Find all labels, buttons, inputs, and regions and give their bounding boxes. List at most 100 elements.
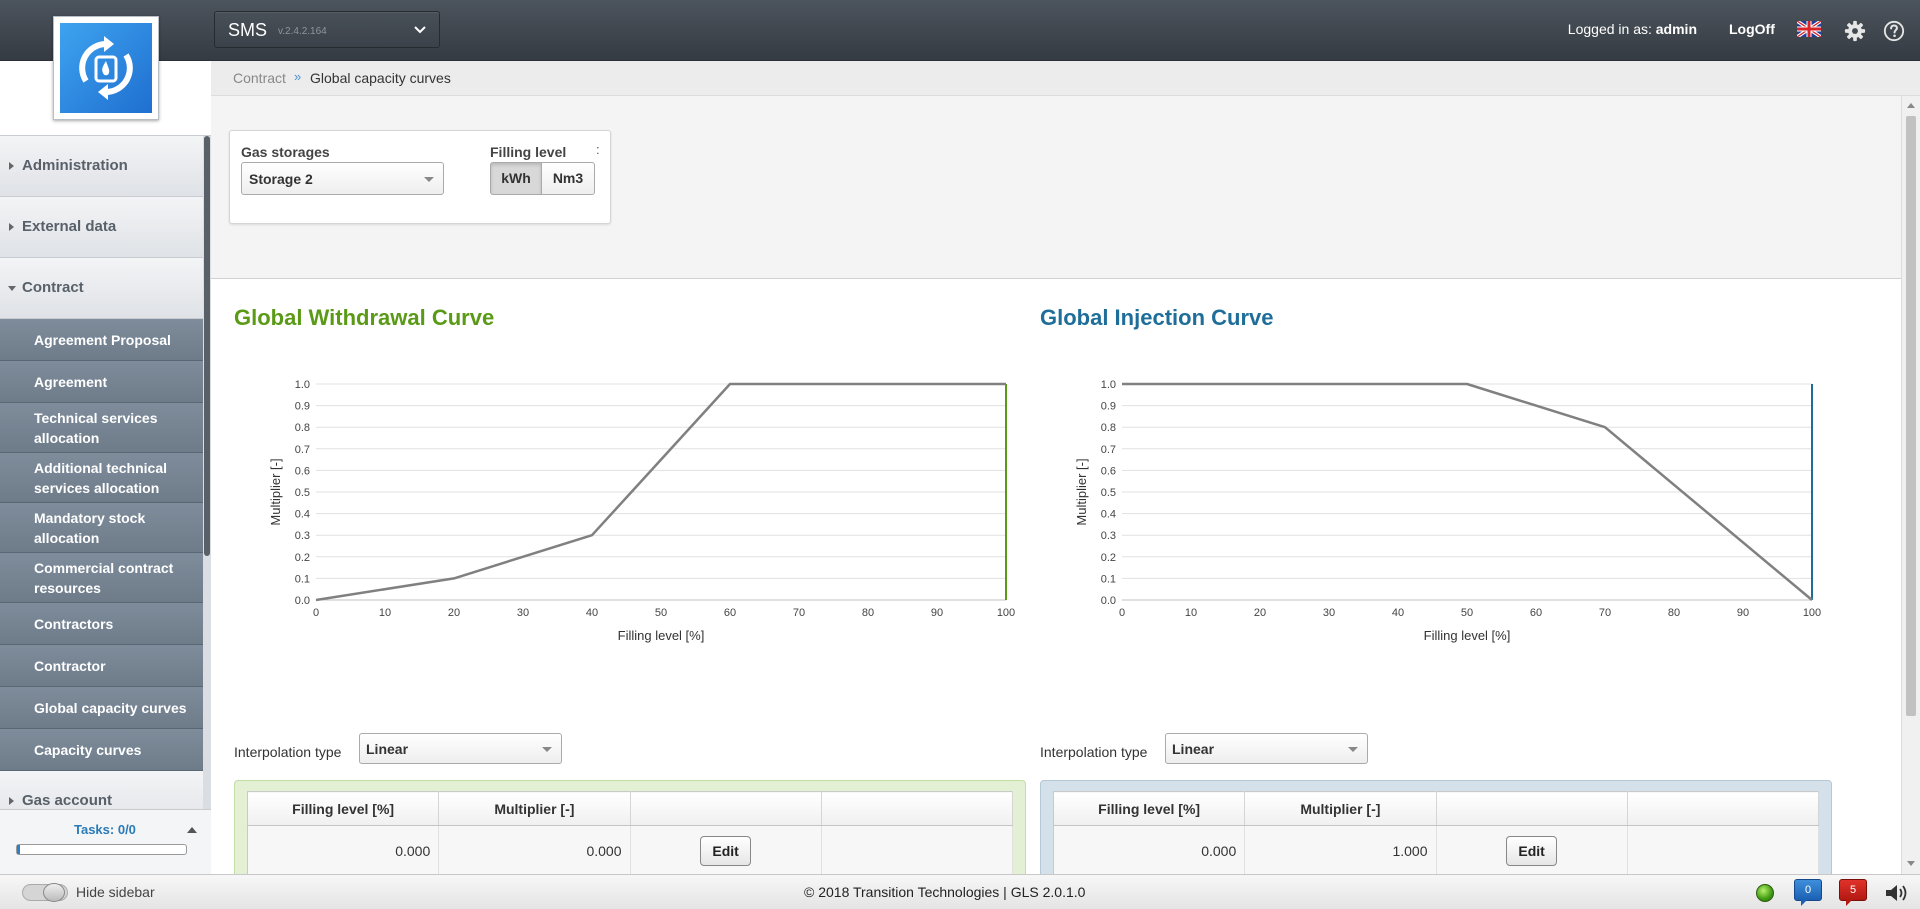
chevron-up-icon[interactable] <box>187 827 197 833</box>
table-header-row: Filling level [%] Multiplier [-] <box>247 791 1014 826</box>
sidebar-item-contractors[interactable]: Contractors <box>0 603 203 645</box>
col-filling-level[interactable]: Filling level [%] <box>247 791 440 826</box>
injection-chart-title: Global Injection Curve <box>1040 305 1274 330</box>
caret-right-icon <box>9 797 14 805</box>
y-tick-label: 0.4 <box>1101 509 1116 521</box>
x-tick-label: 80 <box>862 607 874 619</box>
sidebar-section-administration[interactable]: Administration <box>0 136 203 197</box>
sidebar-item-mandatory-stock-allocation[interactable]: Mandatory stock allocation <box>0 503 203 553</box>
gear-icon[interactable] <box>1844 20 1866 42</box>
sidebar-item-agreement[interactable]: Agreement <box>0 361 203 403</box>
sidebar-section-external-data[interactable]: External data <box>0 197 203 258</box>
y-tick-label: 0.5 <box>1101 487 1116 499</box>
sidebar-item-commercial-contract-resources[interactable]: Commercial contract resources <box>0 553 203 603</box>
withdrawal-chart-title: Global Withdrawal Curve <box>234 305 495 330</box>
sidebar-item-label: Global capacity curves <box>34 700 187 716</box>
logged-in-prefix: Logged in as: <box>1567 21 1652 37</box>
app-name: SMS <box>228 20 268 40</box>
sidebar-item-contractor[interactable]: Contractor <box>0 645 203 687</box>
y-tick-label: 0.6 <box>295 465 310 477</box>
injection-interpolation-label: Interpolation type <box>1040 744 1148 760</box>
interpolation-value: Linear <box>366 741 409 757</box>
logo-tile <box>60 23 152 113</box>
y-tick-label: 1.0 <box>295 379 310 391</box>
alerts-badge[interactable]: 5 <box>1839 879 1867 906</box>
sidebar-item-label: Contractors <box>34 616 114 632</box>
sidebar-section-label: Gas account <box>22 792 113 809</box>
sidebar-section-contract[interactable]: Contract <box>0 258 203 319</box>
main-scrollbar[interactable] <box>1901 96 1920 874</box>
y-tick-label: 0.6 <box>1101 465 1116 477</box>
x-tick-label: 90 <box>931 607 943 619</box>
cell-multiplier: 1.000 <box>1244 825 1437 874</box>
cell-action: Edit <box>1436 825 1628 874</box>
sidebar-item-label: Commercial contract resources <box>34 560 174 596</box>
injection-chart: 0.0 0.1 0.2 0.3 0.4 0.5 0.6 0.7 0.8 0.9 1.0 0 10 20 30… <box>1074 379 1821 643</box>
sidebar-item-global-capacity-curves[interactable]: Global capacity curves <box>0 687 203 729</box>
unit-toggle-kwh[interactable]: kWh <box>490 162 542 195</box>
gas-storages-label: Gas storages <box>241 144 330 160</box>
breadcrumb-parent[interactable]: Contract <box>233 70 286 86</box>
interpolation-value: Linear <box>1172 741 1215 757</box>
x-tick-label: 70 <box>793 607 805 619</box>
sidebar-item-label: Capacity curves <box>34 742 142 758</box>
gas-storage-select[interactable]: Storage 2 <box>241 162 444 195</box>
cell-extra <box>821 825 1014 874</box>
cell-extra <box>1627 825 1820 874</box>
scroll-up-icon[interactable] <box>1907 103 1915 108</box>
sidebar-item-agreement-proposal[interactable]: Agreement Proposal <box>0 319 203 361</box>
help-icon[interactable] <box>1883 20 1905 42</box>
x-tick-label: 30 <box>517 607 529 619</box>
col-multiplier[interactable]: Multiplier [-] <box>1244 791 1437 826</box>
y-tick-label: 0.2 <box>1101 552 1116 564</box>
sidebar-item-additional-technical-services-allocation[interactable]: Additional technical services allocation <box>0 453 203 503</box>
scrollbar-thumb[interactable] <box>1906 116 1916 716</box>
sidebar-section-label: Administration <box>22 157 128 174</box>
edit-button[interactable]: Edit <box>1506 835 1558 866</box>
app-selector[interactable]: SMS v.2.4.2.164 <box>214 11 440 48</box>
y-tick-label: 0.0 <box>295 595 310 607</box>
tasks-panel: Tasks: 0/0 <box>0 809 211 874</box>
scroll-down-icon[interactable] <box>1907 861 1915 866</box>
cell-multiplier: 0.000 <box>438 825 631 874</box>
col-action <box>630 791 822 826</box>
x-tick-label: 0 <box>1119 607 1125 619</box>
y-tick-label: 0.2 <box>295 552 310 564</box>
y-tick-label: 0.1 <box>1101 573 1116 585</box>
scrollbar-thumb[interactable] <box>204 136 210 556</box>
sidebar-section-gas-account[interactable]: Gas account <box>0 771 203 809</box>
injection-interpolation-select[interactable]: Linear <box>1165 733 1368 764</box>
sidebar-scrollbar[interactable] <box>203 136 211 809</box>
edit-button[interactable]: Edit <box>700 835 752 866</box>
status-led-icon <box>1756 884 1774 902</box>
gas-cycle-logo-icon <box>79 36 133 100</box>
hide-sidebar-toggle[interactable] <box>22 883 68 902</box>
y-tick-label: 0.5 <box>295 487 310 499</box>
logoff-link[interactable]: LogOff <box>1729 21 1775 37</box>
unit-toggle-nm3[interactable]: Nm3 <box>541 162 595 195</box>
col-filling-level[interactable]: Filling level [%] <box>1053 791 1246 826</box>
withdrawal-interpolation-label: Interpolation type <box>234 744 342 760</box>
x-axis-label: Filling level [%] <box>618 628 705 643</box>
tasks-label[interactable]: Tasks: 0/0 <box>74 822 136 837</box>
progress-fill <box>17 845 20 854</box>
x-tick-label: 60 <box>724 607 736 619</box>
y-axis-label: Multiplier [-] <box>268 458 283 525</box>
col-multiplier[interactable]: Multiplier [-] <box>438 791 631 826</box>
caret-right-icon <box>9 223 14 231</box>
sidebar-item-capacity-curves[interactable]: Capacity curves <box>0 729 203 771</box>
y-tick-label: 1.0 <box>1101 379 1116 391</box>
x-tick-label: 100 <box>1803 607 1821 619</box>
filter-panel: Gas storages Storage 2 Filling level : k… <box>229 130 611 224</box>
uk-flag-icon[interactable] <box>1797 21 1821 37</box>
injection-table: Filling level [%] Multiplier [-] 0.000 1… <box>1053 791 1820 874</box>
speaker-icon[interactable] <box>1884 883 1912 903</box>
y-axis-label: Multiplier [-] <box>1074 458 1089 525</box>
y-tick-label: 0.9 <box>1101 401 1116 413</box>
sidebar-item-technical-services-allocation[interactable]: Technical services allocation <box>0 403 203 453</box>
app-logo[interactable] <box>53 16 159 120</box>
messages-badge[interactable]: 0 <box>1794 879 1822 906</box>
y-tick-label: 0.1 <box>295 573 310 585</box>
withdrawal-interpolation-select[interactable]: Linear <box>359 733 562 764</box>
hide-sidebar-label[interactable]: Hide sidebar <box>76 884 155 900</box>
